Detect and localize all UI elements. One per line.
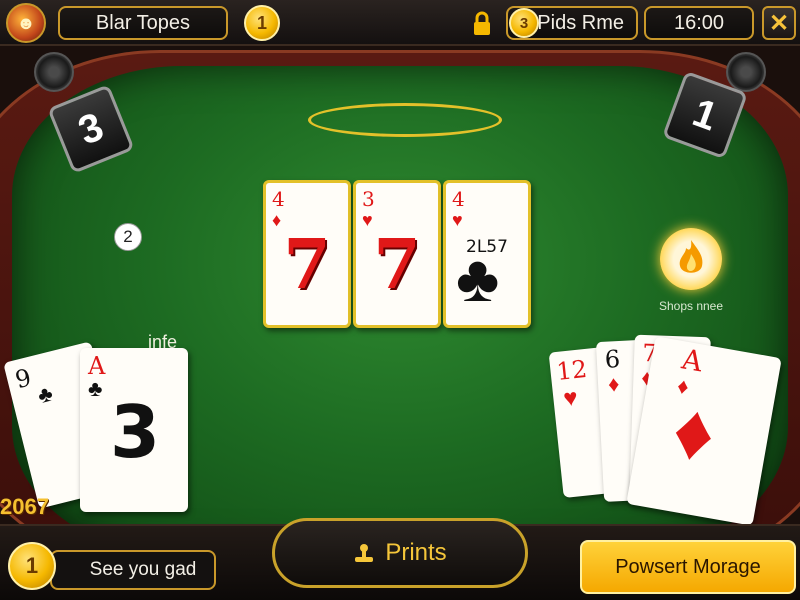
timer: 16:00 (673, 11, 725, 34)
table-title-box: Blar Topes (58, 6, 228, 40)
card-rank: 3 (362, 187, 375, 211)
player-name: Pids Rme (537, 11, 624, 34)
left-counter: 2067 (0, 494, 49, 519)
left-score: 3 (72, 103, 110, 154)
card-suit: ♣ (88, 376, 103, 401)
timer-box: 16:00 (644, 6, 754, 40)
fire-icon (679, 240, 703, 273)
card-rank: 4 (452, 187, 465, 211)
club-icon: ♣ (456, 241, 500, 315)
card-suit: ♥ (452, 210, 463, 230)
close-button[interactable]: ✕ (762, 6, 796, 40)
marker-badge: 2 (114, 223, 142, 251)
prints-button[interactable]: Prints (272, 518, 528, 588)
speaker-icon (34, 52, 74, 92)
left-hand-card-2[interactable]: A ♣ 3 (80, 348, 188, 512)
coin-icon[interactable]: 1 (244, 5, 280, 41)
center-card-2[interactable]: 3 ♥ 7 (353, 180, 441, 328)
player-coin-value: 3 (519, 14, 529, 32)
marker-badge-value: 2 (123, 227, 133, 246)
card-face: 7 (373, 225, 421, 305)
speaker-icon (726, 52, 766, 92)
prints-button-label: Prints (385, 539, 447, 566)
bottom-coin-value: 1 (25, 553, 39, 578)
avatar-icon: ☻ (16, 12, 36, 33)
pot-ring (308, 103, 502, 137)
fire-label: Shops nnee (658, 299, 724, 313)
card-rank: 9 (12, 363, 35, 395)
fire-badge[interactable] (660, 228, 722, 290)
right-score: 1 (687, 90, 724, 140)
card-rank: 12 (555, 354, 589, 386)
joystick-icon (355, 544, 374, 562)
close-icon: ✕ (768, 9, 790, 37)
action-button-label: Powsert Morage (615, 555, 761, 578)
card-rank: A (88, 352, 106, 380)
player-coin-icon: 3 (509, 8, 539, 38)
card-face: 3 (110, 390, 161, 474)
card-suit: ♣ (35, 380, 56, 409)
coin-icon[interactable]: 1 (8, 542, 56, 590)
card-suit: ♥ (562, 384, 580, 413)
card-rank: 4 (272, 187, 285, 211)
card-rank: A (679, 342, 706, 379)
diamond-icon: ♦ (666, 384, 722, 480)
lock-icon[interactable] (472, 10, 492, 36)
card-rank: 6 (604, 344, 621, 374)
chat-message-box[interactable]: See you gad (50, 550, 216, 590)
coin-value: 1 (256, 12, 267, 33)
page-title: Blar Topes (95, 11, 191, 34)
center-card-1[interactable]: 4 ♦ 7 (263, 180, 351, 328)
card-suit: ♦ (607, 371, 620, 397)
chat-message: See you gad (89, 559, 197, 580)
center-card-3[interactable]: 4 ♥ 2L57 ♣ (443, 180, 531, 328)
action-button[interactable]: Powsert Morage (580, 540, 796, 594)
card-face: 7 (283, 225, 331, 305)
avatar[interactable]: ☻ (6, 3, 46, 43)
